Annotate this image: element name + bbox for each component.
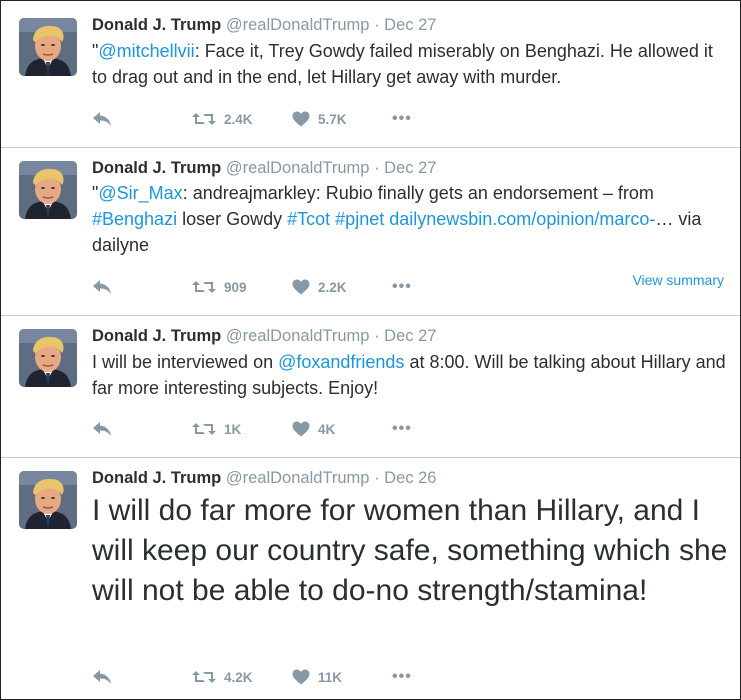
retweet-button[interactable]: 1K [192,421,292,437]
tweet-actions: 4.2K 11K ••• [92,665,412,689]
tweet-text-segment: loser Gowdy [177,209,288,229]
tweet-header: Donald J. Trump @realDonaldTrump · Dec 2… [92,159,436,178]
reply-icon [92,421,112,437]
reply-icon [92,279,112,295]
display-name[interactable]: Donald J. Trump [92,469,221,487]
like-button[interactable]: 4K [292,421,392,437]
tweet[interactable]: Donald J. Trump @realDonaldTrump · Dec 2… [1,315,740,458]
tweet-text: I will do far more for women than Hillar… [92,491,732,611]
reply-icon [92,111,112,127]
profile-photo-icon [19,329,77,387]
avatar[interactable] [19,471,77,529]
retweet-icon [192,669,216,685]
retweet-icon [192,279,216,295]
tweet-text: "@mitchellvii: Face it, Trey Gowdy faile… [92,38,732,90]
heart-icon [292,111,310,127]
separator-dot: · [374,16,380,34]
display-name[interactable]: Donald J. Trump [92,327,221,345]
separator-dot: · [374,327,380,345]
tweet-actions: 2.4K 5.7K ••• [92,107,412,131]
more-options-button[interactable]: ••• [392,420,412,438]
user-handle[interactable]: @realDonaldTrump [226,159,370,177]
separator-dot: · [374,469,380,487]
tweet-date[interactable]: Dec 27 [384,327,436,345]
tweet-link[interactable]: @mitchellvii [98,41,194,61]
heart-icon [292,279,310,295]
avatar[interactable] [19,329,77,387]
retweet-count: 4.2K [224,669,253,685]
reply-icon [92,669,112,685]
retweet-count: 909 [224,279,247,295]
display-name[interactable]: Donald J. Trump [92,159,221,177]
tweet-date[interactable]: Dec 26 [384,469,436,487]
tweet-link[interactable]: #Tcot [287,209,330,229]
avatar[interactable] [19,161,77,219]
retweet-button[interactable]: 909 [192,279,292,295]
profile-photo-icon [19,18,77,76]
tweet-text-segment: I will be interviewed on [92,352,279,372]
tweet-date[interactable]: Dec 27 [384,16,436,34]
like-count: 2.2K [318,279,347,295]
more-options-button[interactable]: ••• [392,278,412,296]
tweet-link[interactable]: @Sir_Max [98,183,182,203]
reply-button[interactable] [92,111,192,127]
profile-photo-icon [19,161,77,219]
display-name[interactable]: Donald J. Trump [92,16,221,34]
tweet[interactable]: Donald J. Trump @realDonaldTrump · Dec 2… [1,1,740,148]
tweet-text: "@Sir_Max: andreajmarkley: Rubio finally… [92,180,732,258]
reply-button[interactable] [92,421,192,437]
tweet-link[interactable]: #pjnet [335,209,384,229]
tweet-text: I will be interviewed on @foxandfriends … [92,349,732,401]
avatar[interactable] [19,18,77,76]
tweet-link[interactable]: dailynewsbin.com/opinion/marco- [389,209,655,229]
retweet-icon [192,111,216,127]
tweet-actions: 1K 4K ••• [92,417,412,441]
tweet-header: Donald J. Trump @realDonaldTrump · Dec 2… [92,327,436,346]
more-options-button[interactable]: ••• [392,110,412,128]
like-button[interactable]: 5.7K [292,111,392,127]
retweet-count: 2.4K [224,111,253,127]
tweet-link[interactable]: #Benghazi [92,209,177,229]
view-summary-link[interactable]: View summary [632,272,724,288]
reply-button[interactable] [92,669,192,685]
more-options-button[interactable]: ••• [392,668,412,686]
tweet-text-segment: : andreajmarkley: Rubio finally gets an … [182,183,654,203]
like-button[interactable]: 11K [292,669,392,685]
tweet-date[interactable]: Dec 27 [384,159,436,177]
tweet[interactable]: Donald J. Trump @realDonaldTrump · Dec 2… [1,457,740,699]
tweet-actions: 909 2.2K ••• [92,275,412,299]
tweet-text-segment: I will do far more for women than Hillar… [92,494,728,607]
heart-icon [292,421,310,437]
like-button[interactable]: 2.2K [292,279,392,295]
retweet-icon [192,421,216,437]
tweet-header: Donald J. Trump @realDonaldTrump · Dec 2… [92,16,436,35]
like-count: 4K [318,421,336,437]
like-count: 5.7K [318,111,347,127]
like-count: 11K [318,669,343,685]
retweet-button[interactable]: 2.4K [192,111,292,127]
user-handle[interactable]: @realDonaldTrump [226,16,370,34]
retweet-count: 1K [224,421,242,437]
tweet[interactable]: Donald J. Trump @realDonaldTrump · Dec 2… [1,147,740,316]
reply-button[interactable] [92,279,192,295]
user-handle[interactable]: @realDonaldTrump [226,327,370,345]
separator-dot: · [374,159,380,177]
heart-icon [292,669,310,685]
user-handle[interactable]: @realDonaldTrump [226,469,370,487]
tweet-timeline: Donald J. Trump @realDonaldTrump · Dec 2… [0,0,741,700]
profile-photo-icon [19,471,77,529]
tweet-link[interactable]: @foxandfriends [278,352,404,372]
tweet-header: Donald J. Trump @realDonaldTrump · Dec 2… [92,469,436,488]
retweet-button[interactable]: 4.2K [192,669,292,685]
